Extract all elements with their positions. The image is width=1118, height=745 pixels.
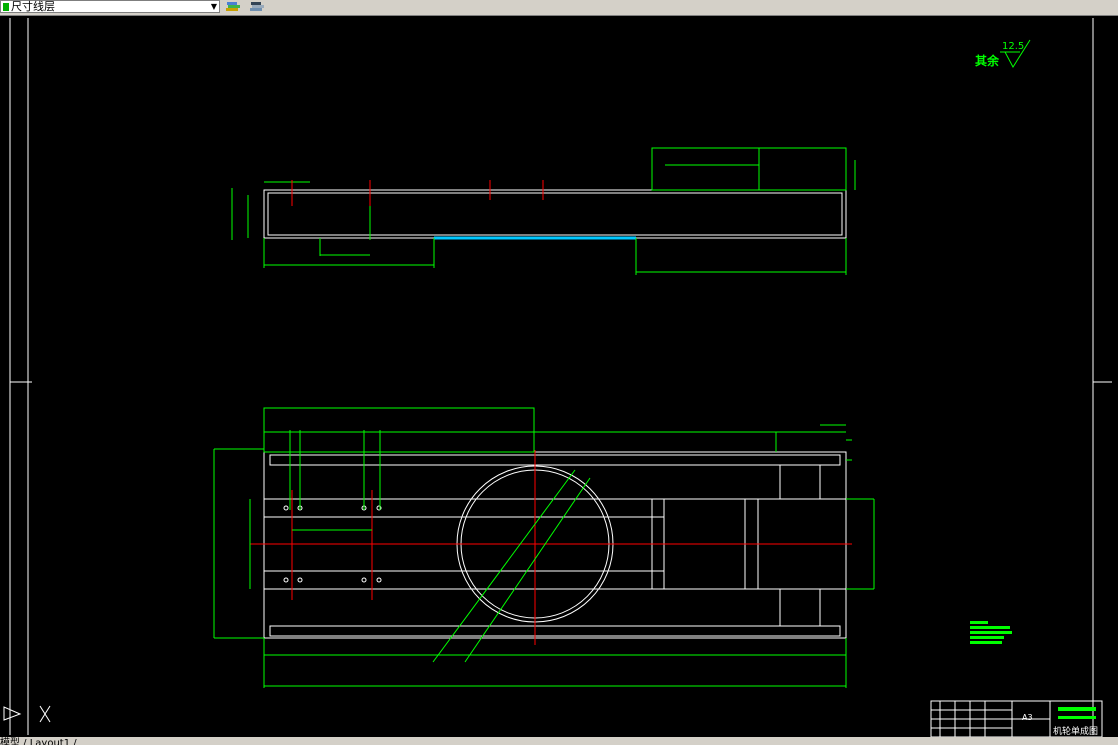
layer-properties-icon[interactable] xyxy=(224,0,242,14)
layer-toolbar: 尺寸线层 ▼ xyxy=(0,0,1118,16)
drawing-name-label: 机轮单成图 xyxy=(1053,727,1099,737)
layout-tabs[interactable]: 模型 / Layout1 / xyxy=(0,737,77,745)
plan-view xyxy=(213,407,875,688)
layer-color-swatch xyxy=(3,3,9,11)
surface-finish-note: 其余 xyxy=(975,54,1000,68)
roughness-value: 12.5 xyxy=(1002,41,1025,52)
sheet-size-label: A3 xyxy=(1022,713,1033,722)
top-view xyxy=(231,147,856,275)
chevron-down-icon[interactable]: ▼ xyxy=(211,1,217,13)
current-layer-name: 尺寸线层 xyxy=(11,0,55,13)
ucs-icon xyxy=(3,705,51,723)
technical-notes xyxy=(970,621,1012,644)
drawing-frame xyxy=(9,18,1112,735)
drawing-canvas[interactable] xyxy=(0,16,1118,737)
layer-dropdown[interactable]: 尺寸线层 ▼ xyxy=(0,0,220,13)
layout-tabs-bar: 模型 / Layout1 / xyxy=(0,737,1118,745)
layer-states-icon[interactable] xyxy=(248,0,266,14)
